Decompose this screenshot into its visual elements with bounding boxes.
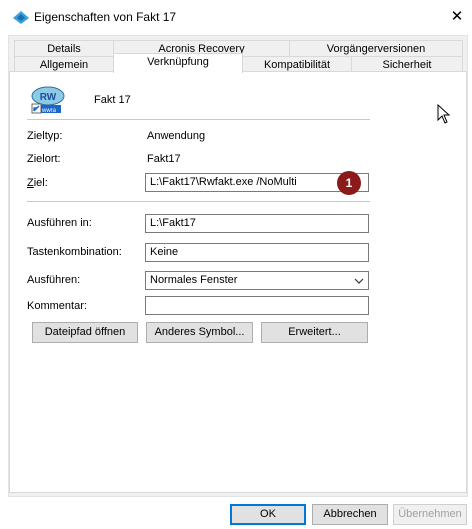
- ziel-label: Ziel:: [27, 177, 48, 189]
- ausfuehren-in-label: Ausführen in:: [27, 217, 92, 229]
- advanced-button[interactable]: Erweitert...: [261, 322, 368, 343]
- zielort-value: Fakt17: [147, 153, 181, 165]
- separator: [27, 119, 370, 120]
- mouse-cursor-icon: [437, 104, 451, 124]
- title-bar: Eigenschaften von Fakt 17 ✕: [0, 0, 472, 34]
- apply-button[interactable]: Übernehmen: [393, 504, 467, 525]
- kommentar-input[interactable]: [145, 296, 369, 315]
- tab-details[interactable]: Details: [14, 40, 114, 57]
- ok-button[interactable]: OK: [230, 504, 306, 525]
- shortcut-name: Fakt 17: [94, 94, 131, 106]
- tastenkombination-label: Tastenkombination:: [27, 246, 122, 258]
- tastenkombination-input[interactable]: Keine: [145, 243, 369, 262]
- zielort-label: Zielort:: [27, 153, 61, 165]
- app-window-icon: [13, 11, 29, 24]
- ausfuehren-in-input[interactable]: L:\Fakt17: [145, 214, 369, 233]
- ziel-input[interactable]: L:\Fakt17\Rwfakt.exe /NoMulti: [145, 173, 369, 192]
- tab-verknuepfung[interactable]: Verknüpfung: [113, 53, 243, 73]
- ausfuehren-select[interactable]: Normales Fenster: [145, 271, 369, 290]
- cancel-button[interactable]: Abbrechen: [312, 504, 388, 525]
- tab-vorgaengerversionen[interactable]: Vorgängerversionen: [289, 40, 463, 57]
- kommentar-label: Kommentar:: [27, 300, 87, 312]
- ausfuehren-selected-value: Normales Fenster: [150, 274, 238, 286]
- close-button[interactable]: ✕: [448, 7, 466, 25]
- step-badge: 1: [337, 171, 361, 195]
- svg-text:wwra: wwra: [41, 108, 57, 114]
- ausfuehren-label: Ausführen:: [27, 274, 81, 286]
- change-icon-button[interactable]: Anderes Symbol...: [146, 322, 253, 343]
- zieltyp-label: Zieltyp:: [27, 130, 63, 142]
- window-title: Eigenschaften von Fakt 17: [34, 10, 177, 24]
- separator: [27, 201, 370, 202]
- zieltyp-value: Anwendung: [147, 130, 206, 142]
- open-file-location-button[interactable]: Dateipfad öffnen: [32, 322, 138, 343]
- chevron-down-icon[interactable]: [354, 278, 364, 284]
- svg-text:RW: RW: [40, 92, 57, 103]
- app-shortcut-icon: RW wwra: [31, 86, 65, 114]
